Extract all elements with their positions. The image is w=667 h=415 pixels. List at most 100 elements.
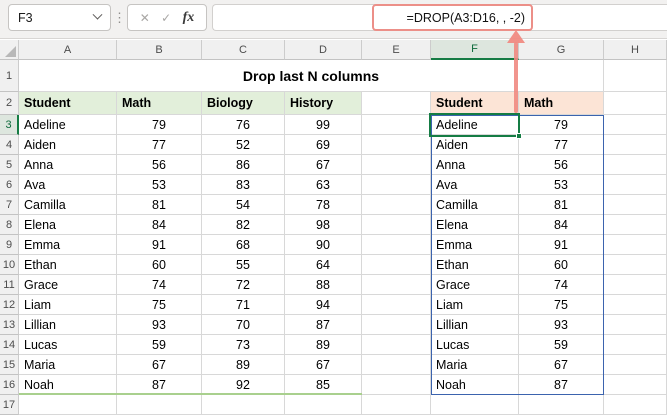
cell-A16[interactable]: Noah [19,375,117,395]
cell-A12[interactable]: Liam [19,295,117,315]
cell-F5[interactable]: Anna [431,155,519,175]
cell-A7[interactable]: Camilla [19,195,117,215]
row-header-16[interactable]: 16 [0,375,19,395]
cell-G7[interactable]: 81 [519,195,604,215]
row-header-6[interactable]: 6 [0,175,19,195]
cell-E16[interactable] [362,375,431,395]
column-header-D[interactable]: D [285,40,362,60]
cell-G16[interactable]: 87 [519,375,604,395]
row-header-4[interactable]: 4 [0,135,19,155]
row-header-3[interactable]: 3 [0,115,19,135]
fill-handle[interactable] [516,133,522,139]
cell-G13[interactable]: 93 [519,315,604,335]
cell-C4[interactable]: 52 [202,135,285,155]
cell-B17[interactable] [117,395,202,415]
row-header-12[interactable]: 12 [0,295,19,315]
cell-D14[interactable]: 89 [285,335,362,355]
cell-H17[interactable] [604,395,667,415]
cell-C17[interactable] [202,395,285,415]
cell-B6[interactable]: 53 [117,175,202,195]
cell-H6[interactable] [604,175,667,195]
cell-H7[interactable] [604,195,667,215]
cell-B11[interactable]: 74 [117,275,202,295]
row-header-9[interactable]: 9 [0,235,19,255]
cell-E3[interactable] [362,115,431,135]
cell-F8[interactable]: Elena [431,215,519,235]
row-header-8[interactable]: 8 [0,215,19,235]
cell-D8[interactable]: 98 [285,215,362,235]
cell-G12[interactable]: 75 [519,295,604,315]
cell-C6[interactable]: 83 [202,175,285,195]
cell-F7[interactable]: Camilla [431,195,519,215]
cell-D12[interactable]: 94 [285,295,362,315]
cell-B10[interactable]: 60 [117,255,202,275]
cell-A13[interactable]: Lillian [19,315,117,335]
cell-F3[interactable]: Adeline [431,115,519,135]
cell-E6[interactable] [362,175,431,195]
cell-G11[interactable]: 74 [519,275,604,295]
row-header-13[interactable]: 13 [0,315,19,335]
cell-E17[interactable] [362,395,431,415]
cell-H16[interactable] [604,375,667,395]
select-all-corner[interactable] [0,40,19,60]
cell-E12[interactable] [362,295,431,315]
cell-F2[interactable]: Student [431,92,519,115]
cell-D6[interactable]: 63 [285,175,362,195]
cell-F16[interactable]: Noah [431,375,519,395]
cell-C9[interactable]: 68 [202,235,285,255]
cell-D3[interactable]: 99 [285,115,362,135]
cell-A8[interactable]: Elena [19,215,117,235]
cell-H15[interactable] [604,355,667,375]
cell-B13[interactable]: 93 [117,315,202,335]
cell-B3[interactable]: 79 [117,115,202,135]
cell-C7[interactable]: 54 [202,195,285,215]
cell-F13[interactable]: Lillian [431,315,519,335]
column-header-E[interactable]: E [362,40,431,60]
cell-C16[interactable]: 92 [202,375,285,395]
cell-D7[interactable]: 78 [285,195,362,215]
column-header-A[interactable]: A [19,40,117,60]
insert-function-icon[interactable]: fx [183,10,195,26]
cell-A5[interactable]: Anna [19,155,117,175]
cell-D16[interactable]: 85 [285,375,362,395]
cell-F9[interactable]: Emma [431,235,519,255]
cell-H2[interactable] [604,92,667,115]
cell-G6[interactable]: 53 [519,175,604,195]
cell-H11[interactable] [604,275,667,295]
cell-G10[interactable]: 60 [519,255,604,275]
cell-B12[interactable]: 75 [117,295,202,315]
row-header-14[interactable]: 14 [0,335,19,355]
column-header-H[interactable]: H [604,40,667,60]
cell-E9[interactable] [362,235,431,255]
cell-B2[interactable]: Math [117,92,202,115]
cell-D13[interactable]: 87 [285,315,362,335]
cell-A14[interactable]: Lucas [19,335,117,355]
name-box[interactable]: F3 [8,4,111,31]
cell-A4[interactable]: Aiden [19,135,117,155]
cell-F17[interactable] [431,395,519,415]
cell-C14[interactable]: 73 [202,335,285,355]
cell-F10[interactable]: Ethan [431,255,519,275]
cell-F6[interactable]: Ava [431,175,519,195]
cell-A6[interactable]: Ava [19,175,117,195]
cell-G4[interactable]: 77 [519,135,604,155]
cell-G9[interactable]: 91 [519,235,604,255]
formula-bar[interactable]: =DROP(A3:D16, , -2) [212,4,667,31]
chevron-down-icon[interactable] [92,9,103,20]
cell-D9[interactable]: 90 [285,235,362,255]
cell-G17[interactable] [519,395,604,415]
cell-A10[interactable]: Ethan [19,255,117,275]
cell-B16[interactable]: 87 [117,375,202,395]
column-header-F[interactable]: F [431,40,519,60]
cell-G14[interactable]: 59 [519,335,604,355]
cell-H14[interactable] [604,335,667,355]
cell-E13[interactable] [362,315,431,335]
cell-E14[interactable] [362,335,431,355]
cell-C10[interactable]: 55 [202,255,285,275]
cell-E7[interactable] [362,195,431,215]
cell-H8[interactable] [604,215,667,235]
cell-H3[interactable] [604,115,667,135]
cell-B8[interactable]: 84 [117,215,202,235]
cell-E8[interactable] [362,215,431,235]
cell-H1[interactable] [604,60,667,92]
